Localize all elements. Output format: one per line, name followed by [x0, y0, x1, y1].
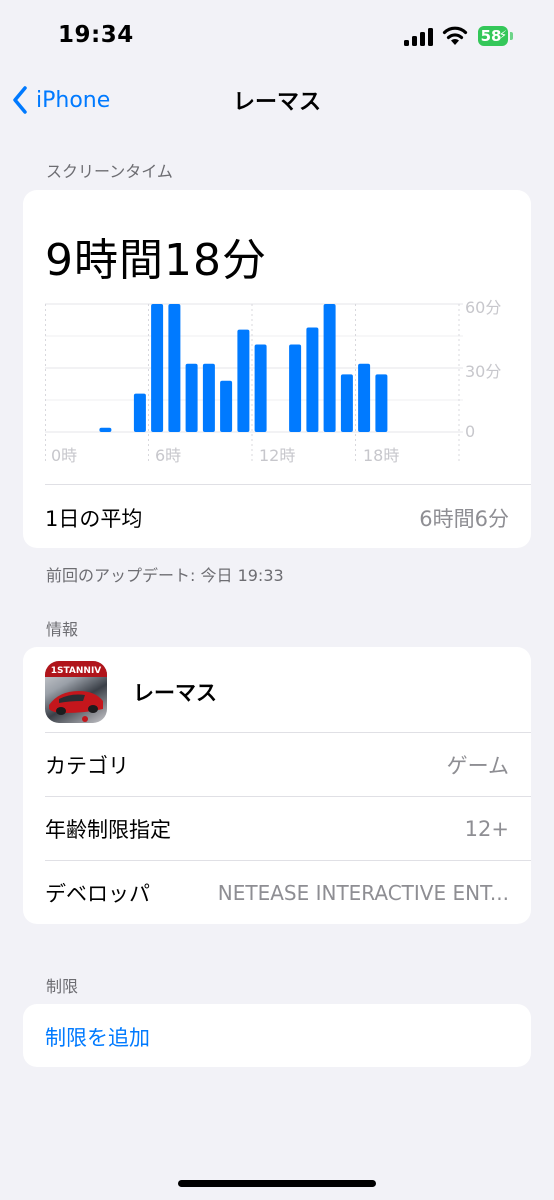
last-update-note: 前回のアップデート: 今日 19:33: [46, 566, 284, 585]
x-tick-18h: 18時: [363, 446, 400, 465]
bar-hour-8: [185, 363, 198, 432]
navigation-bar: iPhone レーマス: [0, 76, 554, 122]
battery-cap: [510, 32, 513, 40]
restrictions-section-header: 制限: [46, 977, 79, 996]
app-icon-badge: 1STANNIV: [51, 666, 102, 676]
y-tick-30: 30分: [465, 362, 502, 381]
bar-hour-9: [202, 363, 215, 432]
page-title: レーマス: [232, 90, 321, 115]
info-card: 1STANNIV レーマス カテゴリ ゲーム 年齢制限指定 12+ デベロッパ …: [23, 647, 531, 924]
bar-hour-5: [133, 393, 146, 432]
charging-bolt-icon: ⚡: [498, 28, 507, 42]
age-rating-row: 年齢制限指定 12+: [45, 797, 509, 861]
status-time: 19:34: [58, 22, 134, 48]
info-section-header: 情報: [46, 620, 79, 639]
y-tick-60: 60分: [465, 298, 502, 317]
y-tick-0: 0: [465, 422, 476, 441]
bar-hour-14: [289, 344, 302, 432]
wifi-icon: [442, 24, 468, 50]
total-screen-time: 9時間18分: [45, 235, 267, 286]
screen-time-section-header: スクリーンタイム: [46, 162, 173, 181]
bar-hour-19: [375, 374, 388, 432]
status-bar: 19:34 58 ⚡: [0, 0, 554, 70]
bar-hour-18: [358, 363, 371, 432]
bar-hour-3: [99, 427, 112, 432]
developer-value: NETEASE INTERACTIVE ENT...: [217, 881, 509, 905]
bar-hour-6: [151, 304, 164, 432]
bar-hour-15: [306, 327, 319, 432]
bar-hour-11: [237, 329, 250, 432]
developer-row: デベロッパ NETEASE INTERACTIVE ENT...: [45, 861, 509, 924]
battery-icon: 58 ⚡: [478, 26, 508, 46]
x-tick-6h: 6時: [155, 446, 182, 465]
age-rating-label: 年齢制限指定: [45, 818, 171, 842]
app-name: レーマス: [133, 681, 217, 705]
bar-hour-16: [323, 304, 336, 432]
x-tick-0h: 0時: [51, 446, 78, 465]
developer-label: デベロッパ: [45, 882, 150, 906]
bar-hour-12: [254, 344, 267, 432]
daily-average-value: 6時間6分: [419, 507, 509, 531]
home-indicator[interactable]: [178, 1180, 376, 1187]
add-restriction-button[interactable]: 制限を追加: [45, 1022, 150, 1052]
usage-chart-svg: [45, 303, 463, 462]
category-value: ゲーム: [446, 754, 509, 778]
usage-chart: 60分 30分 0 0時 6時 12時 18時: [45, 298, 515, 465]
category-row: カテゴリ ゲーム: [45, 733, 509, 797]
bar-hour-17: [340, 374, 353, 432]
restrictions-card: 制限を追加: [23, 1004, 531, 1067]
cellular-signal-icon: [404, 28, 434, 46]
bar-hour-7: [168, 304, 181, 432]
age-rating-value: 12+: [464, 817, 509, 841]
app-icon: 1STANNIV: [45, 661, 107, 723]
daily-average-label: 1日の平均: [45, 507, 143, 531]
divider: [45, 484, 531, 485]
screen-time-card: 9時間18分 60分 30分 0 0時 6時 12時 18時 1日の平均 6時間…: [23, 190, 531, 548]
category-label: カテゴリ: [45, 754, 129, 778]
bar-hour-10: [220, 380, 233, 432]
daily-average-row: 1日の平均 6時間6分: [45, 486, 509, 548]
x-tick-12h: 12時: [259, 446, 296, 465]
